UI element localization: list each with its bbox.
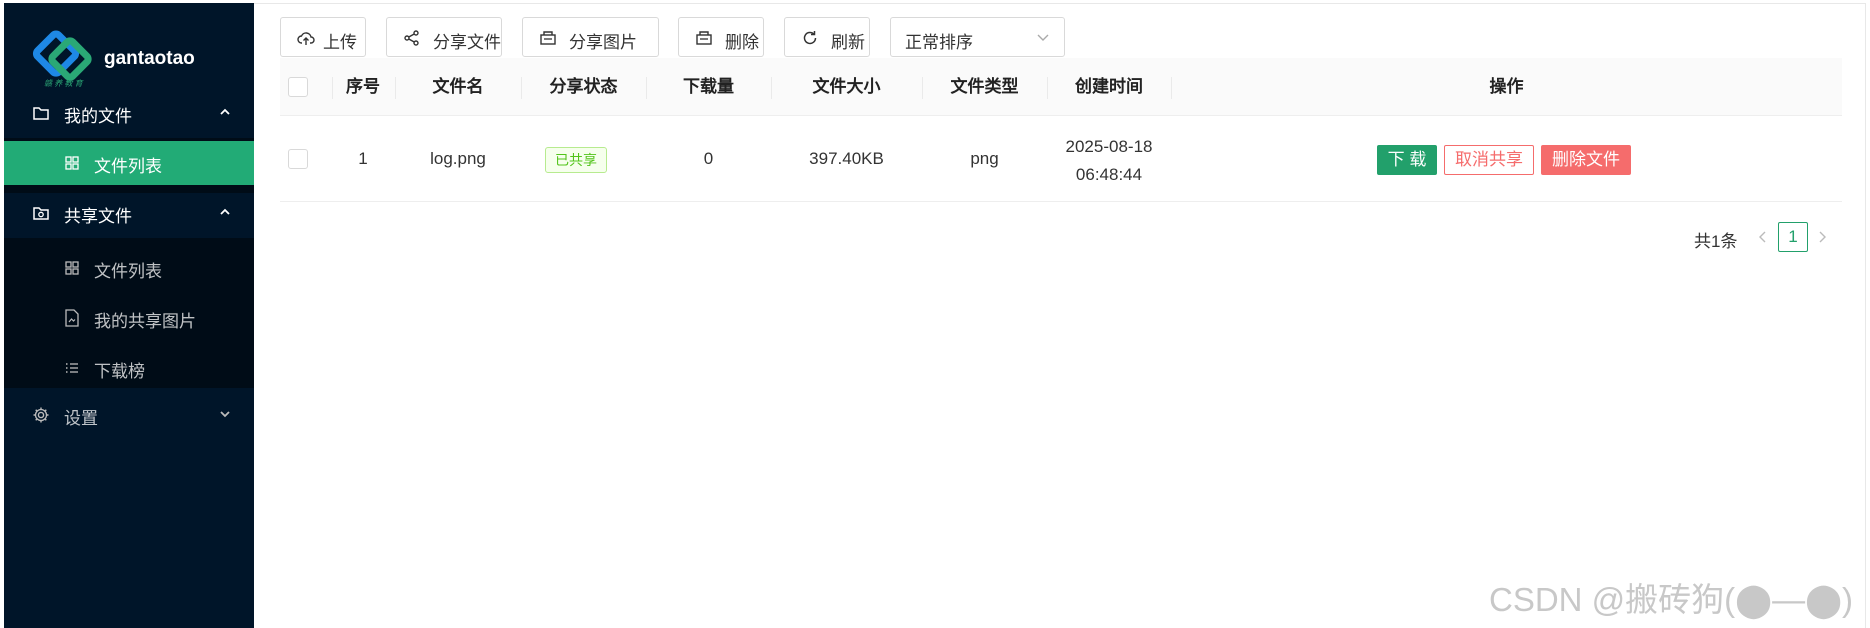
pagination-total: 共1条 [1694, 232, 1738, 251]
chevron-down-icon [220, 411, 230, 418]
menu-group-shared-files[interactable]: 共享文件 [4, 183, 254, 243]
cell-filename: log.png [430, 149, 486, 168]
folder-icon [33, 107, 49, 120]
column-header-type: 文件类型 [950, 77, 1019, 96]
watermark: CSDN @搬砖狗(⬤—⬤) [1489, 581, 1854, 618]
main-content: 上传 分享文件 分享图片 删除 刷新 正常排序 序号 文件名 分享状态 下载量 … [254, 3, 1866, 628]
column-header-size: 文件大小 [812, 77, 881, 96]
chevron-down-icon [1037, 34, 1049, 41]
share-file-button[interactable]: 分享文件 [386, 17, 502, 57]
grid-icon [65, 156, 79, 170]
list-icon [66, 363, 78, 373]
column-header-index: 序号 [346, 77, 380, 96]
share-image-label: 分享图片 [569, 33, 637, 52]
select-all-checkbox[interactable] [288, 77, 308, 97]
refresh-label: 刷新 [831, 33, 865, 52]
trash-icon [696, 31, 712, 45]
cell-size: 397.40KB [809, 149, 884, 168]
menu-group-my-files[interactable]: 我的文件 [4, 83, 254, 143]
sort-select[interactable]: 正常排序 [890, 17, 1065, 57]
share-image-button[interactable]: 分享图片 [522, 17, 659, 57]
submenu-shared-files: 文件列表 我的共享图片 下载榜 [4, 238, 254, 388]
delete-file-button[interactable]: 删除文件 [1541, 145, 1631, 175]
chevron-up-icon [220, 208, 230, 215]
chevron-right-icon[interactable] [1816, 230, 1828, 244]
logo[interactable]: gantaotao 赣 养 教 育 [4, 3, 254, 95]
sidebar: gantaotao 赣 养 教 育 我的文件 文件列表 共享文件 文件列表 我的… [4, 3, 254, 628]
pagination: 共1条 1 [1694, 222, 1844, 252]
grid-icon [65, 261, 79, 275]
delete-label: 删除 [725, 33, 759, 52]
status-badge: 已共享 [545, 147, 607, 173]
upload-button[interactable]: 上传 [280, 17, 366, 57]
sidebar-item-label: 文件列表 [94, 157, 162, 176]
column-header-created: 创建时间 [1075, 77, 1143, 96]
brand-name: gantaotao [104, 48, 195, 69]
share-file-label: 分享文件 [433, 33, 501, 52]
refresh-button[interactable]: 刷新 [784, 17, 870, 57]
menu-group-settings[interactable]: 设置 [4, 385, 254, 445]
cell-index: 1 [358, 149, 368, 168]
sidebar-item-my-file-list[interactable]: 文件列表 [4, 141, 254, 185]
download-button[interactable]: 下 载 [1377, 145, 1437, 175]
menu-group-label: 设置 [64, 409, 98, 428]
cell-created-time: 06:48:44 [1075, 165, 1143, 184]
column-header-actions: 操作 [1489, 77, 1524, 96]
unshare-button[interactable]: 取消共享 [1444, 145, 1534, 175]
menu-group-label: 共享文件 [64, 207, 132, 226]
chevron-up-icon [220, 108, 230, 115]
refresh-icon [803, 31, 817, 45]
sidebar-item-label: 我的共享图片 [94, 312, 196, 331]
table-header: 序号 文件名 分享状态 下载量 文件大小 文件类型 创建时间 操作 [280, 58, 1842, 116]
sidebar-item-label: 文件列表 [94, 262, 162, 281]
column-header-share-status: 分享状态 [549, 77, 618, 96]
cloud-upload-icon [297, 32, 315, 45]
row-checkbox[interactable] [288, 149, 308, 169]
menu-group-label: 我的文件 [64, 107, 132, 126]
upload-label: 上传 [323, 33, 357, 52]
cell-created-date: 2025-08-18 [1065, 137, 1153, 156]
sidebar-item-label: 下载榜 [94, 362, 145, 381]
image-icon [540, 31, 556, 45]
table-row: 1 log.png 已共享 0 397.40KB png 2025-08-18 … [280, 116, 1842, 202]
column-header-filename: 文件名 [432, 77, 484, 96]
file-image-icon [65, 309, 79, 327]
sort-select-value: 正常排序 [905, 33, 973, 52]
shared-folder-icon [33, 207, 49, 220]
gear-icon [33, 407, 49, 423]
share-icon [404, 30, 419, 46]
cell-type: png [970, 149, 999, 168]
page-1-button[interactable]: 1 [1778, 222, 1808, 252]
cell-created: 2025-08-18 06:48:44 [1047, 133, 1171, 189]
cell-downloads: 0 [703, 149, 714, 168]
column-header-downloads: 下载量 [683, 77, 734, 96]
delete-button[interactable]: 删除 [678, 17, 764, 57]
chevron-left-icon[interactable] [1757, 230, 1769, 244]
